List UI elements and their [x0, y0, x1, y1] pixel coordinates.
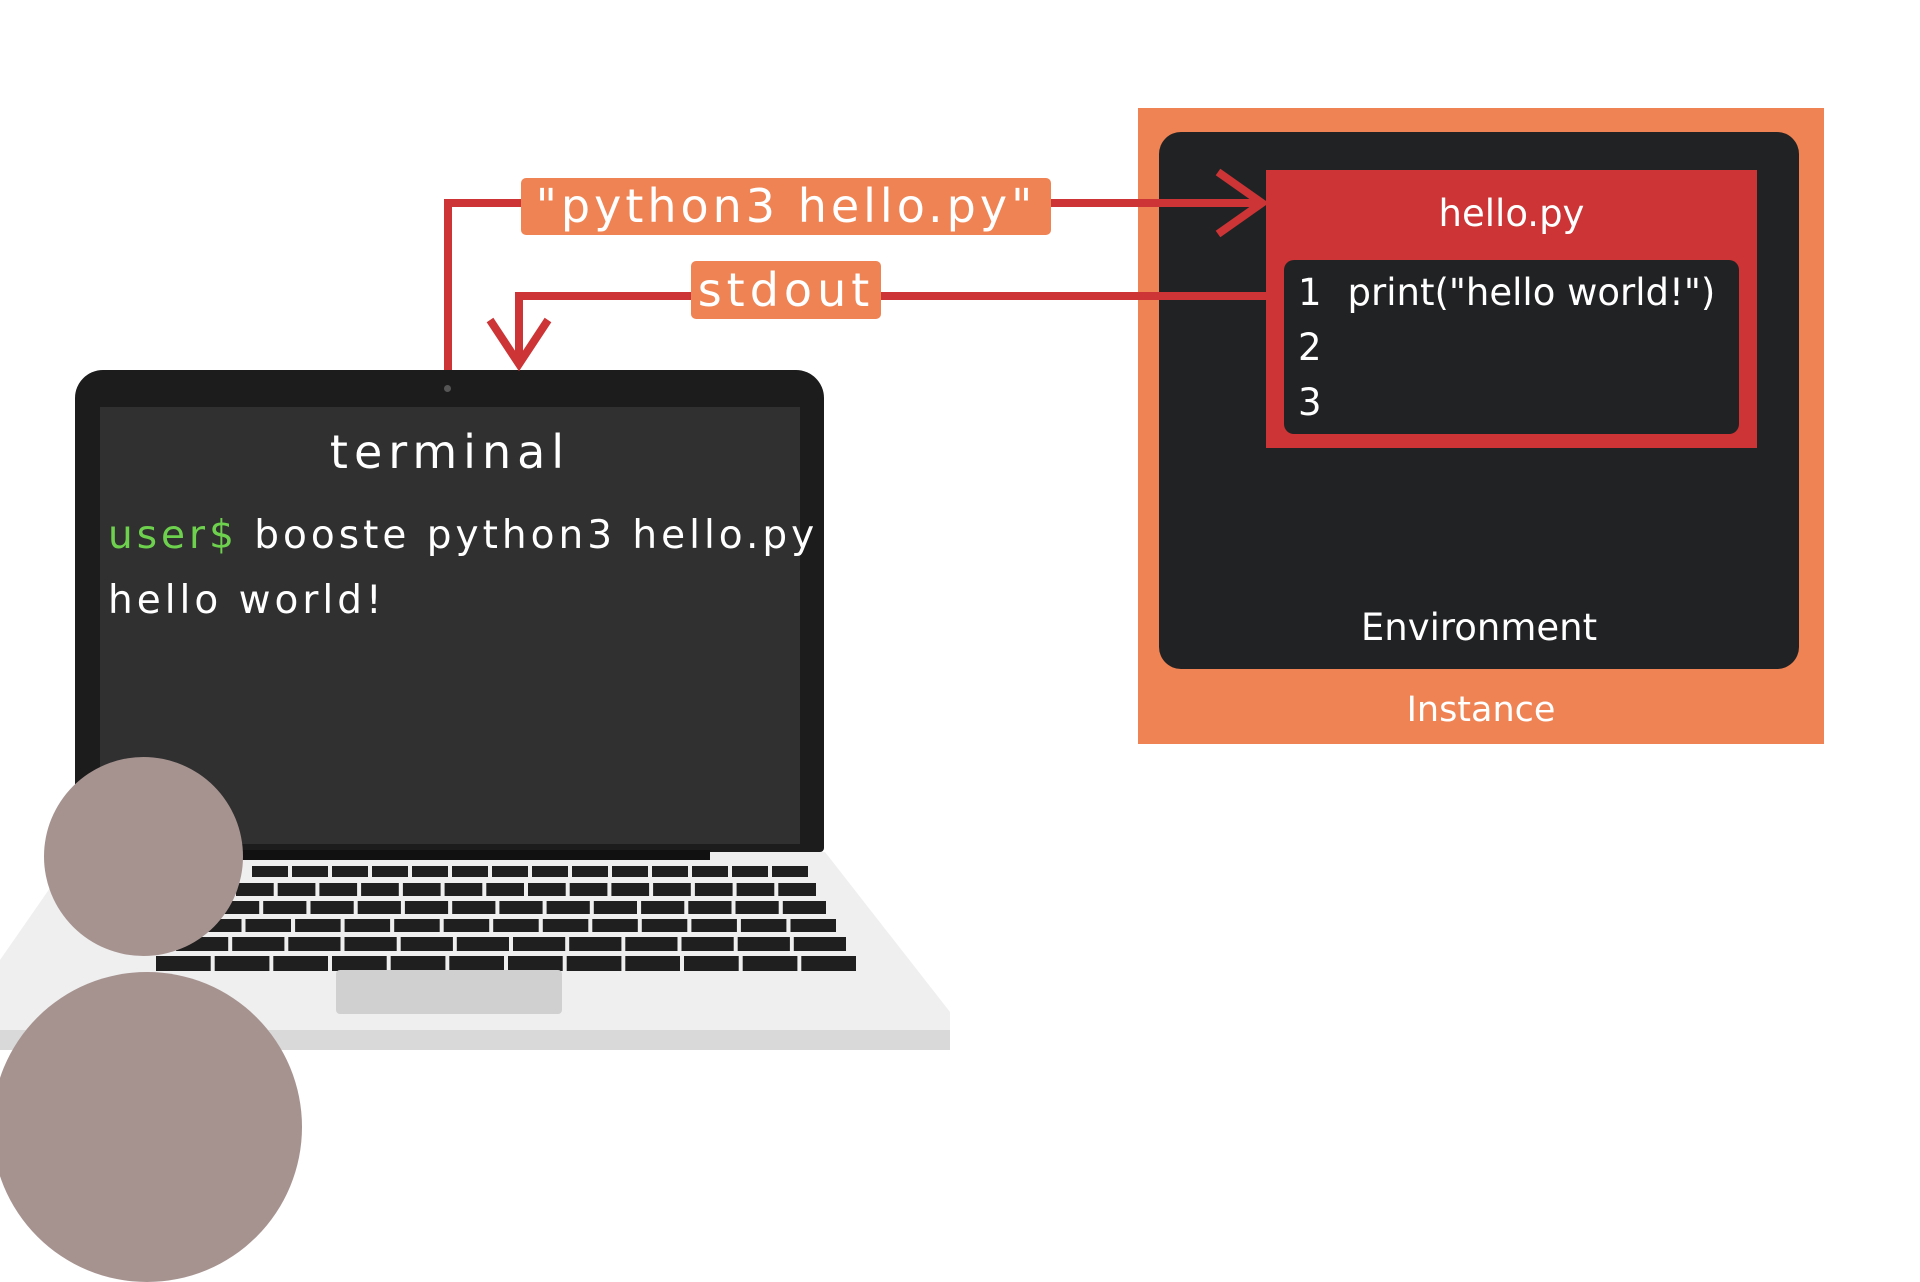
keyboard-key	[277, 883, 316, 896]
keyboard-key	[400, 937, 453, 951]
keyboard-key	[443, 919, 490, 932]
keyboard-key	[652, 866, 688, 877]
keyboard-key	[592, 919, 638, 932]
keyboard-key	[344, 919, 391, 932]
keyboard-key	[499, 901, 543, 914]
keyboard-key	[653, 883, 691, 896]
keyboard-key	[625, 956, 680, 971]
keyboard-key	[688, 901, 732, 914]
keyboard-key	[508, 956, 563, 971]
keyboard-key	[357, 901, 401, 914]
keyboard-key	[801, 956, 856, 971]
keyboard-key	[288, 937, 341, 951]
keyboard-key	[390, 956, 446, 971]
keyboard-key	[611, 883, 650, 896]
keyboard-key	[790, 919, 836, 932]
keyboard-key	[332, 956, 387, 971]
trackpad	[336, 970, 562, 1014]
keyboard-key	[492, 866, 528, 877]
keyboard-key	[214, 956, 270, 971]
person-head	[44, 757, 243, 956]
keyboard-key	[344, 937, 397, 951]
keyboard-key	[569, 883, 608, 896]
stdout-arrow-line	[515, 292, 1268, 364]
keyboard-key	[566, 956, 622, 971]
keyboard-key	[513, 937, 566, 951]
keyboard-key	[782, 901, 826, 914]
keyboard-key	[156, 956, 211, 971]
keyboard-key	[569, 937, 622, 951]
keyboard-key	[236, 883, 274, 896]
keyboard-key	[778, 883, 816, 896]
keyboard-key	[245, 919, 291, 932]
keyboard-key	[772, 866, 808, 877]
keyboard-key	[528, 883, 566, 896]
keyboard-key	[412, 866, 448, 877]
keyboard-key	[486, 883, 524, 896]
keyboard-key	[332, 866, 368, 877]
keyboard-key	[402, 883, 441, 896]
stdout-label: stdout	[691, 261, 881, 319]
keyboard-key	[593, 901, 637, 914]
keyboard-key	[735, 901, 779, 914]
command-label: "python3 hello.py"	[521, 178, 1051, 235]
keyboard-key	[361, 883, 399, 896]
keyboard-key	[740, 919, 787, 932]
keyboard-key	[793, 937, 846, 951]
keyboard-key	[684, 956, 739, 971]
keyboard-key	[742, 956, 798, 971]
keyboard-key	[452, 901, 496, 914]
keyboard-key	[449, 956, 504, 971]
keyboard-key	[612, 866, 648, 877]
keyboard-key	[641, 919, 688, 932]
keyboard-key	[681, 937, 734, 951]
keyboard-key	[625, 937, 678, 951]
keyboard-key	[252, 866, 288, 877]
keyboard-key	[452, 866, 488, 877]
keyboard-key	[532, 866, 568, 877]
keyboard-key	[691, 919, 737, 932]
keyboard-key	[263, 901, 307, 914]
diagram-graphics	[0, 168, 1269, 1050]
keyboard-key	[319, 883, 358, 896]
keyboard-key	[737, 937, 790, 951]
keyboard-key	[542, 919, 589, 932]
keyboard-key	[310, 901, 354, 914]
keyboard-key	[572, 866, 608, 877]
laptop-hinge	[230, 850, 710, 860]
keyboard-key	[641, 901, 685, 914]
keyboard-key	[732, 866, 768, 877]
person-body	[0, 972, 302, 1282]
keyboard-key	[736, 883, 775, 896]
keyboard-key	[694, 883, 733, 896]
keyboard-key	[295, 919, 341, 932]
keyboard-key	[273, 956, 328, 971]
keyboard-key	[546, 901, 590, 914]
keyboard-key	[232, 937, 285, 951]
keyboard-key	[692, 866, 728, 877]
keyboard-key	[444, 883, 483, 896]
keyboard-key	[394, 919, 440, 932]
keyboard-key	[493, 919, 539, 932]
keyboard-key	[456, 937, 509, 951]
keyboard-key	[404, 901, 449, 914]
keyboard-key	[372, 866, 408, 877]
keyboard-key	[292, 866, 328, 877]
